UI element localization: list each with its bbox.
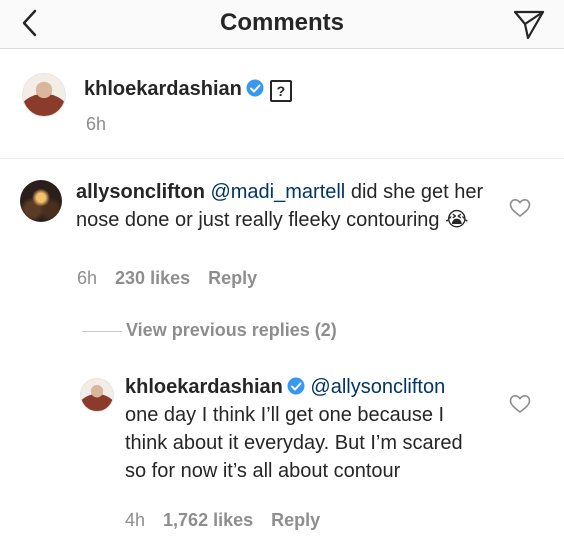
reply-meta: 4h 1,762 likes Reply (125, 510, 320, 531)
caption-time: 6h (86, 114, 107, 134)
replies-divider-line (82, 331, 122, 332)
view-previous-replies-button[interactable]: View previous replies (2) (126, 320, 337, 341)
username[interactable]: khloekardashian (84, 78, 242, 100)
heart-icon[interactable] (509, 198, 531, 218)
heart-icon[interactable] (509, 394, 531, 414)
unknown-emoji-glyph: ? (269, 80, 292, 102)
avatar[interactable] (20, 180, 62, 222)
mention-link[interactable]: @madi_martell (210, 181, 345, 203)
verified-badge-icon (246, 79, 264, 97)
like-count[interactable]: 230 likes (115, 268, 190, 288)
divider (0, 158, 564, 159)
comment-time: 6h (77, 268, 98, 288)
like-count[interactable]: 1,762 likes (163, 510, 253, 530)
username[interactable]: khloekardashian (125, 376, 283, 398)
reply-time: 4h (125, 510, 146, 530)
verified-badge-icon (287, 377, 305, 395)
reply-body: khloekardashian @allysonclifton one day … (125, 373, 483, 485)
avatar[interactable] (22, 73, 66, 117)
avatar[interactable] (80, 378, 114, 412)
mention-link[interactable]: @allysonclifton (310, 376, 445, 398)
comment-body: allysonclifton @madi_martell did she get… (76, 178, 486, 234)
reply-text: one day I think I’ll get one because I t… (125, 404, 463, 482)
caption-header: khloekardashian ? (84, 78, 292, 102)
paper-plane-icon[interactable] (512, 7, 546, 41)
top-bar: Comments (0, 0, 564, 49)
username[interactable]: allysonclifton (76, 181, 205, 203)
reply-button[interactable]: Reply (208, 268, 257, 288)
page-title: Comments (219, 9, 345, 36)
comment-meta: 6h 230 likes Reply (77, 268, 257, 289)
reply-button[interactable]: Reply (271, 510, 320, 530)
